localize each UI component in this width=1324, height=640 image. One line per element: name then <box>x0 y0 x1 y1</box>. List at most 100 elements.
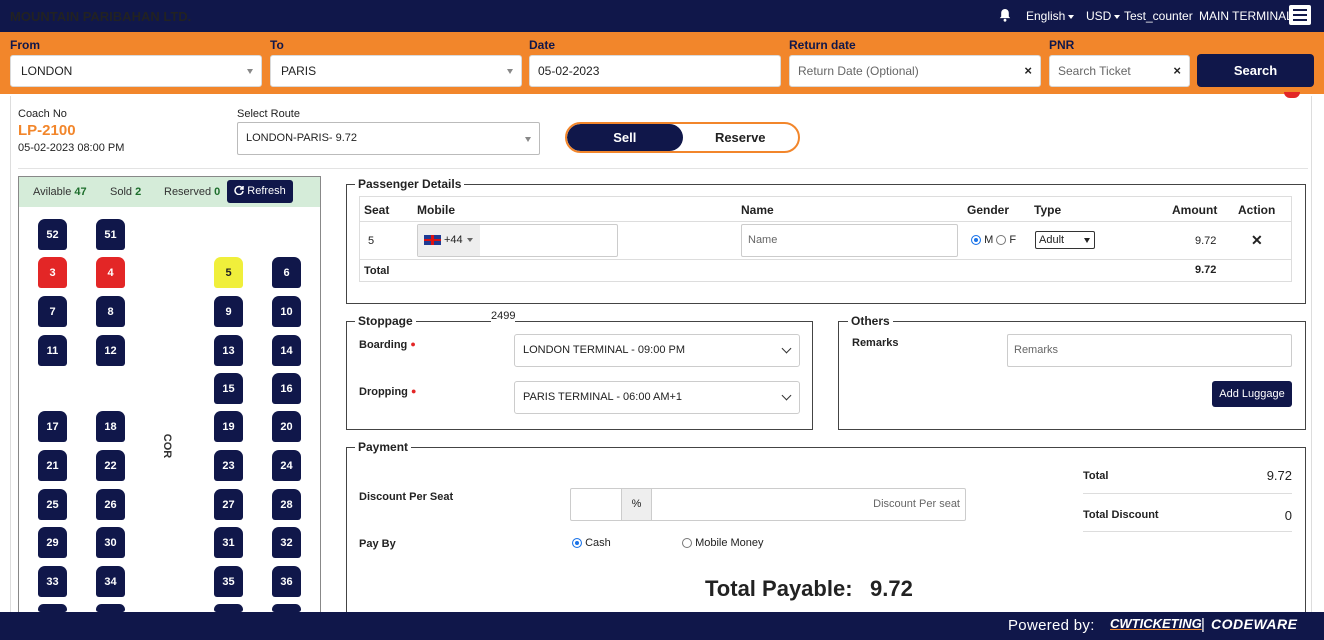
to-label: To <box>270 38 284 52</box>
discount-per-seat-input[interactable]: Discount Per seat <box>652 498 960 510</box>
seat[interactable] <box>38 604 67 612</box>
seat-32[interactable]: 32 <box>272 527 301 558</box>
seat-30[interactable]: 30 <box>96 527 125 558</box>
user-name[interactable]: Test_counter <box>1124 9 1193 23</box>
gender-m-radio[interactable] <box>971 235 981 246</box>
col-amount: Amount <box>1172 203 1218 217</box>
search-button[interactable]: Search <box>1197 54 1314 87</box>
seat-33[interactable]: 33 <box>38 566 67 597</box>
remarks-label: Remarks <box>852 337 899 349</box>
gender-f-radio[interactable] <box>996 235 1007 246</box>
seat-3[interactable]: 3 <box>38 257 67 288</box>
mobile-money-radio[interactable] <box>682 538 692 549</box>
seat-12[interactable]: 12 <box>96 335 125 366</box>
cash-radio[interactable] <box>572 538 582 549</box>
seat-16[interactable]: 16 <box>272 373 301 404</box>
seat-52[interactable]: 52 <box>38 219 67 250</box>
clear-icon[interactable]: × <box>1024 56 1032 86</box>
total-payable-label: Total Payable: <box>705 576 853 601</box>
seat-11[interactable]: 11 <box>38 335 67 366</box>
seat-5[interactable]: 5 <box>214 257 243 288</box>
seat-8[interactable]: 8 <box>96 296 125 327</box>
from-value: LONDON <box>21 64 73 78</box>
add-luggage-button[interactable]: Add Luggage <box>1212 381 1292 407</box>
name-input[interactable]: Name <box>741 224 958 257</box>
seat-24[interactable]: 24 <box>272 450 301 481</box>
passenger-details-legend: Passenger Details <box>355 177 465 191</box>
seat-15[interactable]: 15 <box>214 373 243 404</box>
summary-discount-label: Total Discount <box>1083 509 1159 521</box>
seat-27[interactable]: 27 <box>214 489 243 520</box>
discount-amount-input[interactable] <box>570 489 621 520</box>
chevron-down-icon <box>1114 14 1121 19</box>
seat-51[interactable]: 51 <box>96 219 125 250</box>
seat-22[interactable]: 22 <box>96 450 125 481</box>
reserve-button[interactable]: Reserve <box>683 124 799 151</box>
route-value: LONDON-PARIS- 9.72 <box>246 132 358 144</box>
seat-23[interactable]: 23 <box>214 450 243 481</box>
seat-34[interactable]: 34 <box>96 566 125 597</box>
summary-divider <box>1083 493 1292 494</box>
currency-dropdown[interactable]: USD <box>1086 9 1121 23</box>
return-date-input[interactable]: Return Date (Optional) × <box>789 55 1041 87</box>
refresh-button[interactable]: Refresh <box>227 180 293 203</box>
seat-13[interactable]: 13 <box>214 335 243 366</box>
sell-button[interactable]: Sell <box>567 124 683 151</box>
col-seat: Seat <box>364 203 390 217</box>
seat-14[interactable]: 14 <box>272 335 301 366</box>
pnr-placeholder: Search Ticket <box>1058 64 1131 78</box>
from-select[interactable]: LONDON <box>10 55 262 87</box>
boarding-select[interactable]: LONDON TERMINAL - 09:00 PM <box>514 334 800 367</box>
date-label: Date <box>529 38 556 52</box>
remarks-input[interactable]: Remarks <box>1007 334 1292 367</box>
currency-label: USD <box>1086 9 1112 23</box>
chevron-down-icon <box>507 69 513 74</box>
route-select[interactable]: LONDON-PARIS- 9.72 <box>237 122 540 155</box>
language-dropdown[interactable]: English <box>1026 9 1075 23</box>
seat[interactable] <box>96 604 125 612</box>
clear-icon[interactable]: × <box>1173 56 1181 86</box>
type-select[interactable]: Adult <box>1035 231 1095 249</box>
seat-31[interactable]: 31 <box>214 527 243 558</box>
seat-20[interactable]: 20 <box>272 411 301 442</box>
seat-21[interactable]: 21 <box>38 450 67 481</box>
seat-17[interactable]: 17 <box>38 411 67 442</box>
summary-divider <box>1083 531 1292 532</box>
seat-35[interactable]: 35 <box>214 566 243 597</box>
seat-4[interactable]: 4 <box>96 257 125 288</box>
to-select[interactable]: PARIS <box>270 55 522 87</box>
seat-7[interactable]: 7 <box>38 296 67 327</box>
dropping-label: Dropping ● <box>359 386 417 398</box>
summary-total-value: 9.72 <box>1266 468 1292 483</box>
powered-by-label: Powered by: <box>1008 617 1095 634</box>
divider <box>18 168 1308 169</box>
remove-passenger-icon[interactable]: ✕ <box>1251 232 1263 249</box>
hamburger-menu-icon[interactable] <box>1289 5 1311 25</box>
seat[interactable] <box>272 604 301 612</box>
total-label: Total <box>364 265 390 277</box>
seat-6[interactable]: 6 <box>272 257 301 288</box>
seat-10[interactable]: 10 <box>272 296 301 327</box>
seat-36[interactable]: 36 <box>272 566 301 597</box>
seat-25[interactable]: 25 <box>38 489 67 520</box>
name-placeholder: Name <box>748 234 778 246</box>
mobile-money-option[interactable]: Mobile Money <box>682 537 764 549</box>
seat-28[interactable]: 28 <box>272 489 301 520</box>
seat[interactable] <box>214 604 243 612</box>
terminal-name[interactable]: MAIN TERMINAL <box>1199 9 1293 23</box>
seat-9[interactable]: 9 <box>214 296 243 327</box>
country-code-select[interactable]: +44 <box>418 225 480 256</box>
bell-icon[interactable] <box>999 8 1011 25</box>
seat-29[interactable]: 29 <box>38 527 67 558</box>
seat-19[interactable]: 19 <box>214 411 243 442</box>
coach-datetime: 05-02-2023 08:00 PM <box>18 142 125 154</box>
cash-option[interactable]: Cash <box>572 537 611 549</box>
pnr-label: PNR <box>1049 38 1075 52</box>
dropping-select[interactable]: PARIS TERMINAL - 06:00 AM+1 <box>514 381 800 414</box>
seat-26[interactable]: 26 <box>96 489 125 520</box>
discount-label: Discount Per Seat <box>359 491 454 503</box>
date-input[interactable]: 05-02-2023 <box>529 55 781 87</box>
seat-18[interactable]: 18 <box>96 411 125 442</box>
others-legend: Others <box>848 314 893 328</box>
pnr-search-input[interactable]: Search Ticket × <box>1049 55 1190 87</box>
